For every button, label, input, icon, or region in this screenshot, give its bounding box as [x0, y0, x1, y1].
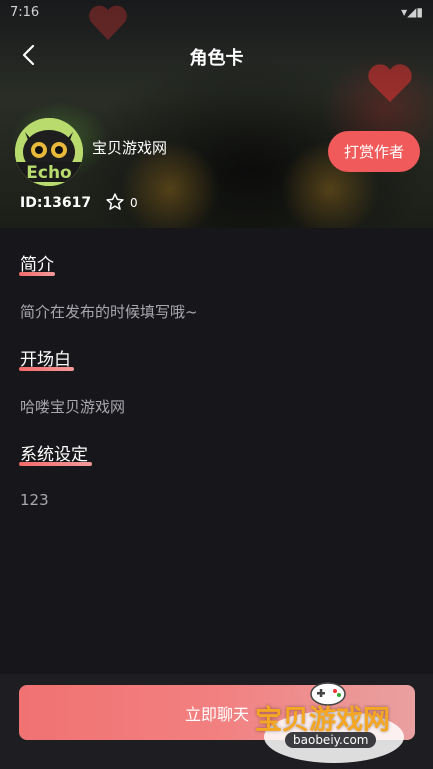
svg-text:Echo: Echo: [26, 163, 71, 183]
star-count: 0: [130, 196, 138, 210]
header-background: [0, 0, 433, 228]
status-icons: ▾◢▮: [401, 5, 423, 19]
cat-avatar-icon: Echo: [15, 118, 83, 186]
section-text-system: 123: [20, 491, 49, 509]
heart-decoration-icon: [368, 64, 412, 102]
section-text-intro: 简介在发布的时候填写哦~: [20, 303, 198, 321]
page-title: 角色卡: [189, 48, 244, 69]
author-id: ID:13617: [20, 195, 92, 211]
start-chat-button[interactable]: 立即聊天: [19, 685, 415, 740]
author-name: 宝贝游戏网: [92, 139, 168, 157]
section-underline: [19, 272, 55, 276]
avatar[interactable]: Echo: [15, 118, 83, 186]
section-underline: [19, 462, 92, 466]
section-text-opening: 哈喽宝贝游戏网: [20, 398, 126, 416]
section-underline: [19, 367, 74, 371]
star-icon[interactable]: [105, 192, 125, 212]
tip-author-button[interactable]: 打赏作者: [328, 131, 420, 172]
status-bar: 7:16 ▾◢▮: [0, 0, 433, 28]
status-time: 7:16: [10, 5, 40, 20]
